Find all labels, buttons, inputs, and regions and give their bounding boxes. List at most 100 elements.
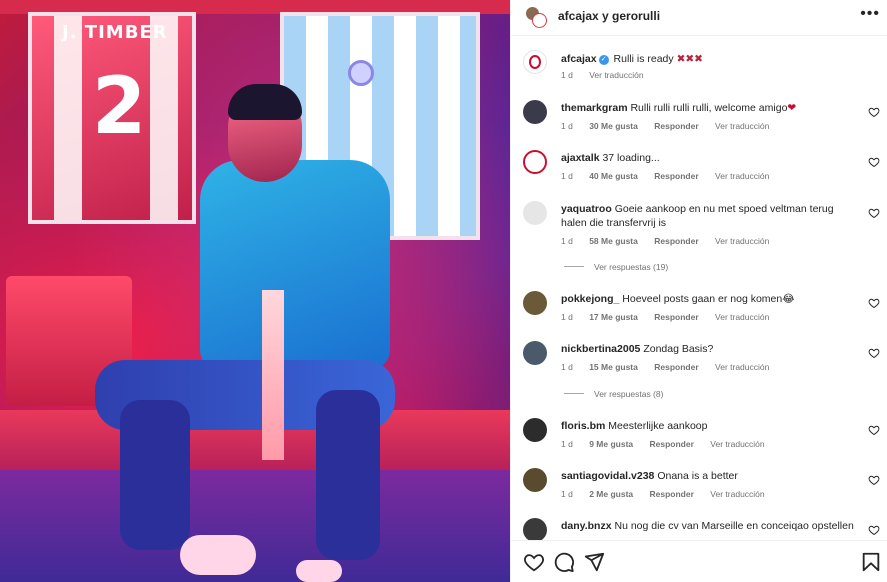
comment-emoji: 😂	[782, 293, 795, 305]
post-actions-bar	[511, 540, 887, 582]
comment-icon[interactable]	[553, 551, 575, 573]
comment-time: 1 d	[561, 171, 573, 181]
comment-item: themarkgram Rulli rulli rulli rulli, wel…	[511, 96, 887, 140]
like-heart-icon[interactable]	[868, 207, 880, 219]
like-heart-icon[interactable]	[868, 347, 880, 359]
caption-emoji: ✖✖✖	[676, 53, 703, 65]
header-users[interactable]: afcajax y gerorulli	[558, 9, 660, 23]
reply-button[interactable]: Responder	[654, 121, 698, 131]
comment-line: yaquatroo Goeie aankoop en nu met spoed …	[561, 203, 834, 215]
share-icon[interactable]	[583, 551, 605, 573]
comment-username[interactable]: ajaxtalk	[561, 152, 600, 164]
comment-line: nickbertina2005 Zondag Basis?	[561, 343, 713, 355]
comment-username[interactable]: pokkejong_	[561, 293, 619, 305]
comment-time: 1 d	[561, 489, 573, 499]
avatar[interactable]	[523, 50, 547, 74]
comment-meta: 1 d 17 Me gusta Responder Ver traducción	[561, 312, 783, 322]
comment-username[interactable]: themarkgram	[561, 102, 628, 114]
replies-dash	[564, 393, 584, 394]
comment-username[interactable]: yaquatroo	[561, 203, 612, 215]
like-heart-icon[interactable]	[868, 524, 880, 536]
player-shin-left	[120, 400, 190, 550]
comment-item: nickbertina2005 Zondag Basis? 1 d 15 Me …	[511, 337, 887, 407]
comment-likes[interactable]: 30 Me gusta	[589, 121, 638, 131]
like-heart-icon[interactable]	[868, 156, 880, 168]
bookmark-icon[interactable]	[860, 551, 882, 573]
jersey-number: 2	[92, 62, 147, 152]
see-translation-button[interactable]: Ver traducción	[710, 439, 764, 449]
comment-time: 1 d	[561, 121, 573, 131]
comment-meta: 1 d 2 Me gusta Responder Ver traducción	[561, 489, 779, 499]
avatar[interactable]	[523, 418, 547, 442]
avatar[interactable]	[523, 518, 547, 540]
header-avatars[interactable]	[525, 6, 547, 28]
player-torso	[200, 160, 390, 370]
like-heart-icon[interactable]	[868, 424, 880, 436]
see-translation-button[interactable]: Ver traducción	[715, 312, 769, 322]
comment-username[interactable]: santiagovidal.v238	[561, 470, 654, 482]
comment-item: ajaxtalk 37 loading... 1 d 40 Me gusta R…	[511, 146, 887, 190]
see-translation-button[interactable]: Ver traducción	[589, 70, 643, 80]
reply-button[interactable]: Responder	[654, 236, 698, 246]
comment-likes[interactable]: 58 Me gusta	[589, 236, 638, 246]
comment-text: Rulli rulli rulli rulli, welcome amigo	[630, 102, 788, 114]
post-photo[interactable]: J. TIMBER 2	[0, 0, 510, 582]
comment-line: santiagovidal.v238 Onana is a better	[561, 470, 738, 482]
like-heart-icon[interactable]	[868, 106, 880, 118]
comment-meta: 1 d 9 Me gusta Responder Ver traducción	[561, 439, 779, 449]
tape-roll	[262, 290, 284, 460]
comment-item: dany.bnzx Nu nog die cv van Marseille en…	[511, 514, 887, 540]
like-heart-icon[interactable]	[868, 297, 880, 309]
comment-username[interactable]: nickbertina2005	[561, 343, 640, 355]
comment-likes[interactable]: 17 Me gusta	[589, 312, 638, 322]
caption-username[interactable]: afcajax	[561, 53, 597, 65]
avatar[interactable]	[523, 100, 547, 124]
see-translation-button[interactable]: Ver traducción	[715, 236, 769, 246]
comment-likes[interactable]: 40 Me gusta	[589, 171, 638, 181]
caption-time: 1 d	[561, 70, 573, 80]
comment-item: pokkejong_ Hoeveel posts gaan er nog kom…	[511, 287, 887, 331]
medal	[348, 60, 374, 86]
comment-time: 1 d	[561, 362, 573, 372]
avatar[interactable]	[523, 150, 547, 174]
reply-button[interactable]: Responder	[654, 362, 698, 372]
comment-likes[interactable]: 15 Me gusta	[589, 362, 638, 372]
comment-meta: 1 d 58 Me gusta Responder Ver traducción	[561, 236, 783, 246]
reply-button[interactable]: Responder	[650, 439, 694, 449]
post-header: afcajax y gerorulli •••	[511, 0, 887, 36]
comment-likes[interactable]: 9 Me gusta	[589, 439, 633, 449]
caption-meta: 1 d Ver traducción	[561, 70, 658, 80]
comment-item: santiagovidal.v238 Onana is a better 1 d…	[511, 464, 887, 508]
see-translation-button[interactable]: Ver traducción	[715, 171, 769, 181]
view-replies-button[interactable]: Ver respuestas (19)	[564, 262, 668, 272]
comment-item: floris.bm Meesterlijke aankoop 1 d 9 Me …	[511, 414, 887, 458]
like-heart-icon[interactable]	[868, 474, 880, 486]
comment-time: 1 d	[561, 439, 573, 449]
more-horizontal-icon[interactable]: •••	[860, 5, 880, 23]
see-translation-button[interactable]: Ver traducción	[710, 489, 764, 499]
view-replies-label: Ver respuestas (8)	[594, 389, 664, 399]
comment-text: 37 loading...	[602, 152, 660, 164]
reply-button[interactable]: Responder	[654, 312, 698, 322]
view-replies-button[interactable]: Ver respuestas (8)	[564, 389, 663, 399]
avatar[interactable]	[523, 201, 547, 225]
comment-line: pokkejong_ Hoeveel posts gaan er nog kom…	[561, 293, 795, 305]
post-side-panel: afcajax y gerorulli ••• afcajax ✓ Rulli i…	[510, 0, 887, 582]
comment-username[interactable]: floris.bm	[561, 420, 605, 432]
reply-button[interactable]: Responder	[650, 489, 694, 499]
see-translation-button[interactable]: Ver traducción	[715, 121, 769, 131]
comment-username[interactable]: dany.bnzx	[561, 520, 612, 532]
avatar[interactable]	[523, 468, 547, 492]
reply-button[interactable]: Responder	[654, 171, 698, 181]
avatar[interactable]	[523, 291, 547, 315]
heart-icon[interactable]	[523, 551, 545, 573]
jersey-name: J. TIMBER	[62, 22, 168, 43]
caption-line: afcajax ✓ Rulli is ready ✖✖✖	[561, 53, 703, 65]
comment-text: Onana is a better	[657, 470, 738, 482]
comment-likes[interactable]: 2 Me gusta	[589, 489, 633, 499]
comment-line-continued: halen die transfervrij is	[561, 217, 667, 229]
avatar[interactable]	[523, 341, 547, 365]
header-users-link[interactable]: afcajax y gerorulli	[558, 9, 660, 23]
see-translation-button[interactable]: Ver traducción	[715, 362, 769, 372]
comment-item: yaquatroo Goeie aankoop en nu met spoed …	[511, 197, 887, 277]
